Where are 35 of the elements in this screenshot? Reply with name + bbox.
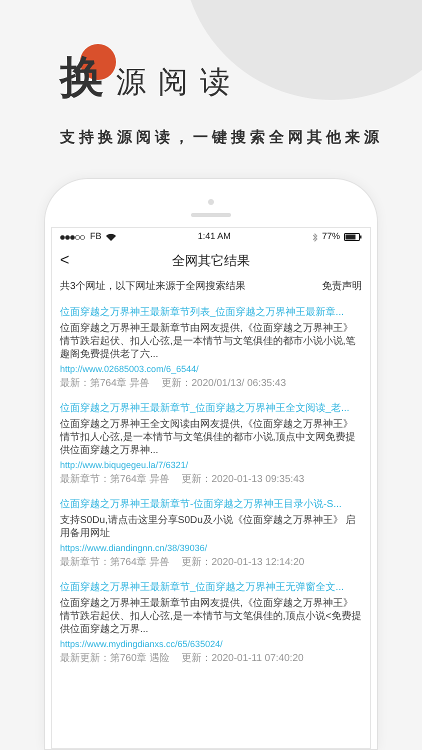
result-title-link[interactable]: 位面穿越之万界神王最新章节-位面穿越之万界神王目录小说-S... bbox=[60, 498, 362, 511]
carrier-name: FB bbox=[90, 230, 102, 244]
battery-percent: 77% bbox=[322, 230, 340, 244]
update-time: 更新：2020/01/13/ 06:35:43 bbox=[161, 377, 286, 390]
result-summary: 共3个网址，以下网址来源于全网搜索结果 bbox=[60, 280, 246, 294]
result-title-link[interactable]: 位面穿越之万界神王最新章节_位面穿越之万界神王全文阅读_老... bbox=[60, 402, 362, 415]
headline-first-char: 换 bbox=[60, 53, 104, 102]
result-title-link[interactable]: 位面穿越之万界神王最新章节_位面穿越之万界神王无弹窗全文... bbox=[60, 581, 362, 594]
result-description: 位面穿越之万界神王最新章节由网友提供,《位面穿越之万界神王》情节跌宕起伏、扣人心弦,是一本情节与文笔俱佳的都市小说小说,笔趣阁免费提供老了六... bbox=[60, 322, 357, 361]
page-title: 全网其它结果 bbox=[172, 252, 250, 270]
headline-text: 源阅读 bbox=[116, 68, 242, 100]
update-time: 更新：2020-01-11 07:40:20 bbox=[181, 652, 304, 665]
latest-chapter: 最新章节：第764章 异兽 bbox=[60, 473, 170, 486]
latest-chapter: 最新更新：第760章 遇险 bbox=[60, 652, 170, 665]
speaker-slot bbox=[191, 213, 231, 217]
result-url[interactable]: https://www.mydingdianxs.cc/65/635024/ bbox=[60, 638, 362, 650]
disclaimer-link[interactable]: 免责声明 bbox=[322, 278, 362, 294]
bluetooth-icon bbox=[312, 232, 318, 242]
update-time: 更新：2020-01-13 12:14:20 bbox=[181, 556, 304, 569]
subtitle: 支持换源阅读，一键搜索全网其他来源 bbox=[60, 129, 383, 146]
latest-chapter: 最新：第764章 异兽 bbox=[60, 377, 150, 390]
result-url[interactable]: https://www.diandingnn.cn/38/39036/ bbox=[60, 542, 362, 554]
latest-chapter: 最新章节：第764章 异兽 bbox=[60, 556, 170, 569]
result-description: 位面穿越之万界神王最新章节由网友提供,《位面穿越之万界神王》情节跌宕起伏、扣人心弦,是一本情节与文笔俱佳的,顶点小说<免费提供位面穿越之万界... bbox=[60, 597, 362, 636]
result-description: 支持S0Du,请点击这里分享S0Du及小说《位面穿越之万界神王》 启用备用网址 bbox=[60, 514, 357, 540]
signal-icon bbox=[60, 234, 86, 240]
result-description: 位面穿越之万界神王全文阅读由网友提供,《位面穿越之万界神王》情节扣人心弦,是一本情节与文笔俱佳的都市小说,顶点中文网免费提供位面穿越之万界神... bbox=[60, 418, 357, 457]
result-url[interactable]: http://www.biqugegeu.la/7/6321/ bbox=[60, 459, 362, 471]
battery-icon bbox=[344, 233, 362, 241]
status-time: 1:41 AM bbox=[198, 230, 231, 244]
result-url[interactable]: http://www.02685003.com/6_6544/ bbox=[60, 363, 362, 375]
wifi-icon bbox=[106, 233, 116, 241]
back-button[interactable]: < bbox=[60, 253, 70, 269]
result-title-link[interactable]: 位面穿越之万界神王最新章节列表_位面穿越之万界神王最新章... bbox=[60, 306, 362, 319]
update-time: 更新：2020-01-13 09:35:43 bbox=[181, 473, 304, 486]
